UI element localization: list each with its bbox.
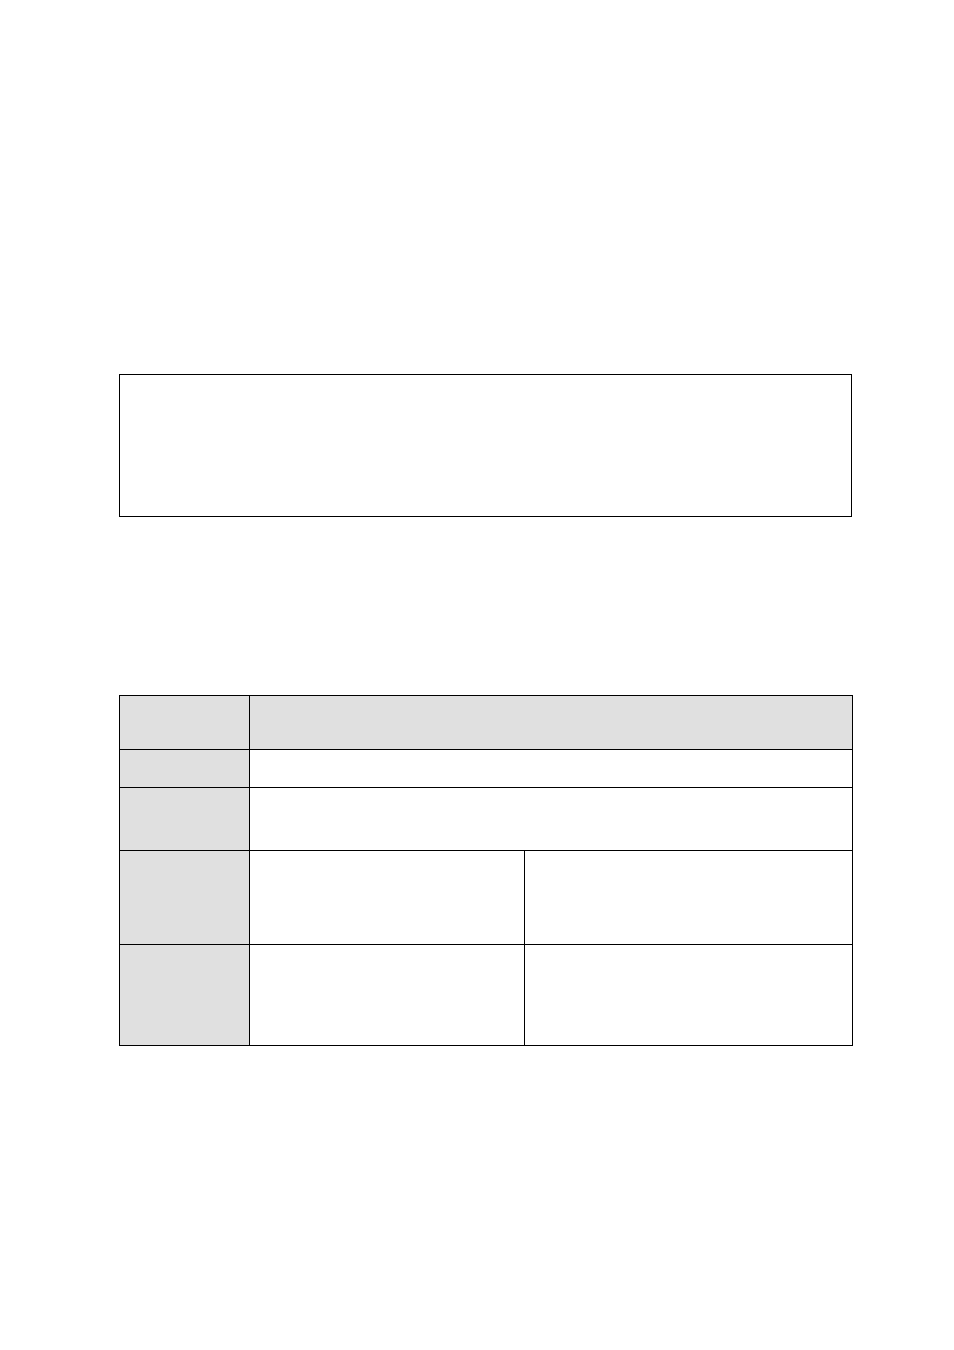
data-table (119, 695, 853, 1046)
table-cell (120, 750, 250, 788)
table-row (120, 696, 853, 750)
table-cell (120, 788, 250, 851)
table-cell (250, 696, 853, 750)
table-cell (120, 696, 250, 750)
table-row (120, 750, 853, 788)
table-cell (250, 945, 525, 1046)
table-cell (120, 851, 250, 945)
table-cell (250, 750, 853, 788)
framed-box (119, 374, 852, 517)
table-cell (525, 851, 853, 945)
document-page (0, 0, 954, 1350)
table-row (120, 788, 853, 851)
table-cell (250, 788, 853, 851)
table-row (120, 945, 853, 1046)
table-cell (120, 945, 250, 1046)
table-cell (250, 851, 525, 945)
table-cell (525, 945, 853, 1046)
table-row (120, 851, 853, 945)
